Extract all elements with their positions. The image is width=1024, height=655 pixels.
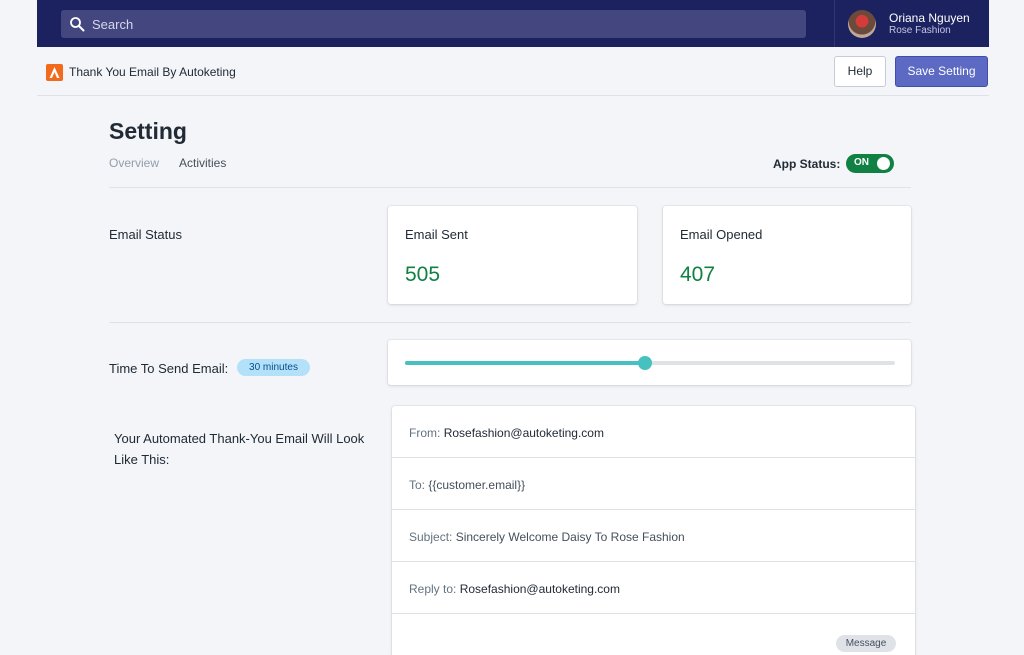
time-slider[interactable]	[405, 356, 895, 370]
email-reply-key: Reply to: Rosefashion@autoketing.com	[409, 582, 620, 596]
email-from-key: From: Rosefashion@autoketing.com	[409, 426, 604, 440]
search-icon	[70, 17, 85, 32]
email-opened-card: Email Opened 407	[663, 206, 911, 304]
email-subject-key: Subject: Sincerely Welcome Daisy To Rose…	[409, 530, 685, 544]
slider-fill	[405, 361, 646, 365]
email-sent-card: Email Sent 505	[388, 206, 637, 304]
reply-key-text: Reply to:	[409, 582, 457, 596]
email-status-label: Email Status	[109, 227, 182, 242]
page-title: Setting	[109, 118, 187, 144]
app-title: Thank You Email By Autoketing	[69, 65, 236, 79]
email-opened-label: Email Opened	[680, 227, 763, 242]
email-to-row: To: {{customer.email}}	[392, 458, 915, 510]
email-sent-label: Email Sent	[405, 227, 468, 242]
subject-value-text: Sincerely Welcome Daisy To Rose Fashion	[455, 530, 685, 544]
divider	[109, 322, 911, 323]
search-bar[interactable]: Search	[61, 10, 806, 38]
toggle-state-label: ON	[854, 157, 869, 168]
email-sent-value: 505	[405, 263, 441, 286]
search-input[interactable]: Search	[92, 17, 133, 32]
app-header: Thank You Email By Autoketing Help Save …	[37, 48, 989, 96]
divider	[109, 187, 911, 188]
tab-activities[interactable]: Activities	[179, 156, 226, 170]
time-badge: 30 minutes	[237, 359, 310, 376]
time-to-send-label: Time To Send Email:	[109, 361, 229, 376]
user-name[interactable]: Oriana Nguyen	[889, 11, 970, 25]
email-from-row: From: Rosefashion@autoketing.com	[392, 406, 915, 458]
email-preview-card: From: Rosefashion@autoketing.com To: {{c…	[392, 406, 915, 655]
tab-overview[interactable]: Overview	[109, 156, 159, 170]
email-opened-value: 407	[680, 263, 716, 286]
toggle-knob	[877, 157, 890, 170]
app-status-label: App Status:	[773, 157, 841, 171]
email-subject-row: Subject: Sincerely Welcome Daisy To Rose…	[392, 510, 915, 562]
slider-handle[interactable]	[638, 356, 653, 370]
preview-label: Your Automated Thank-You Email Will Look…	[114, 431, 365, 467]
save-setting-button[interactable]: Save Setting	[895, 56, 988, 87]
to-key-text: To:	[409, 478, 426, 492]
autoketing-logo-icon	[46, 64, 63, 81]
top-bar: Search Oriana Nguyen Rose Fashion	[37, 0, 989, 47]
store-name[interactable]: Rose Fashion	[889, 25, 951, 36]
topbar-divider	[834, 0, 835, 47]
email-reply-row: Reply to: Rosefashion@autoketing.com	[392, 562, 915, 614]
reply-value-text: Rosefashion@autoketing.com	[459, 582, 620, 596]
avatar[interactable]	[848, 10, 876, 38]
from-key-text: From:	[409, 426, 441, 440]
email-to-key: To: {{customer.email}}	[409, 478, 525, 492]
to-value-text: {{customer.email}}	[428, 478, 526, 492]
message-tag: Message	[836, 635, 896, 652]
from-value-text: Rosefashion@autoketing.com	[443, 426, 604, 440]
app-status-toggle[interactable]: ON	[846, 154, 894, 173]
subject-key-text: Subject:	[409, 530, 453, 544]
help-button[interactable]: Help	[834, 56, 886, 87]
